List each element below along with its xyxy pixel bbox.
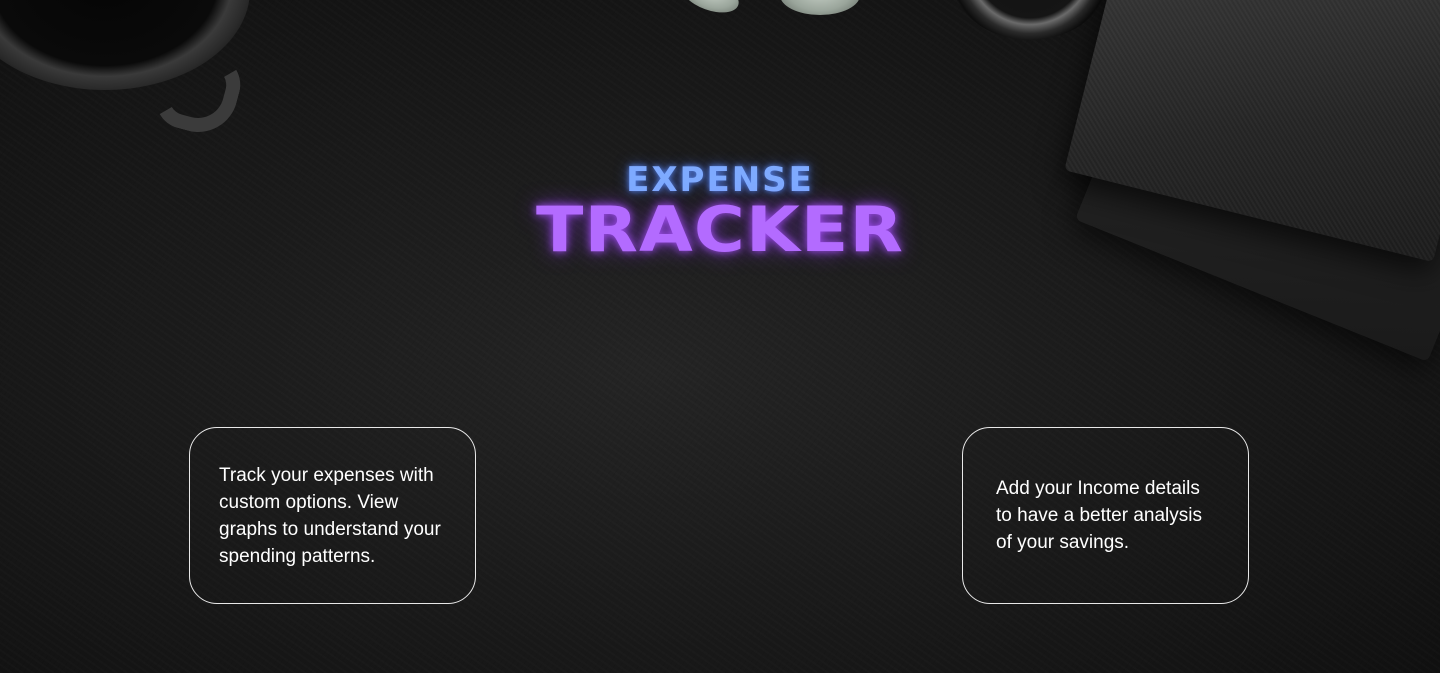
income-feature-card[interactable]: Add your Income details to have a better… bbox=[962, 427, 1249, 604]
logo-title-tracker: TRACKER bbox=[535, 193, 905, 266]
app-logo: EXPENSE TRACKER bbox=[500, 160, 940, 261]
income-feature-text: Add your Income details to have a better… bbox=[996, 478, 1202, 553]
plant-icon bbox=[670, 0, 890, 20]
expense-feature-text: Track your expenses with custom options.… bbox=[219, 464, 441, 567]
landing-page: EXPENSE TRACKER Track your expenses with… bbox=[0, 0, 1440, 673]
expense-feature-card[interactable]: Track your expenses with custom options.… bbox=[189, 427, 476, 604]
camera-lens-icon bbox=[950, 0, 1110, 40]
